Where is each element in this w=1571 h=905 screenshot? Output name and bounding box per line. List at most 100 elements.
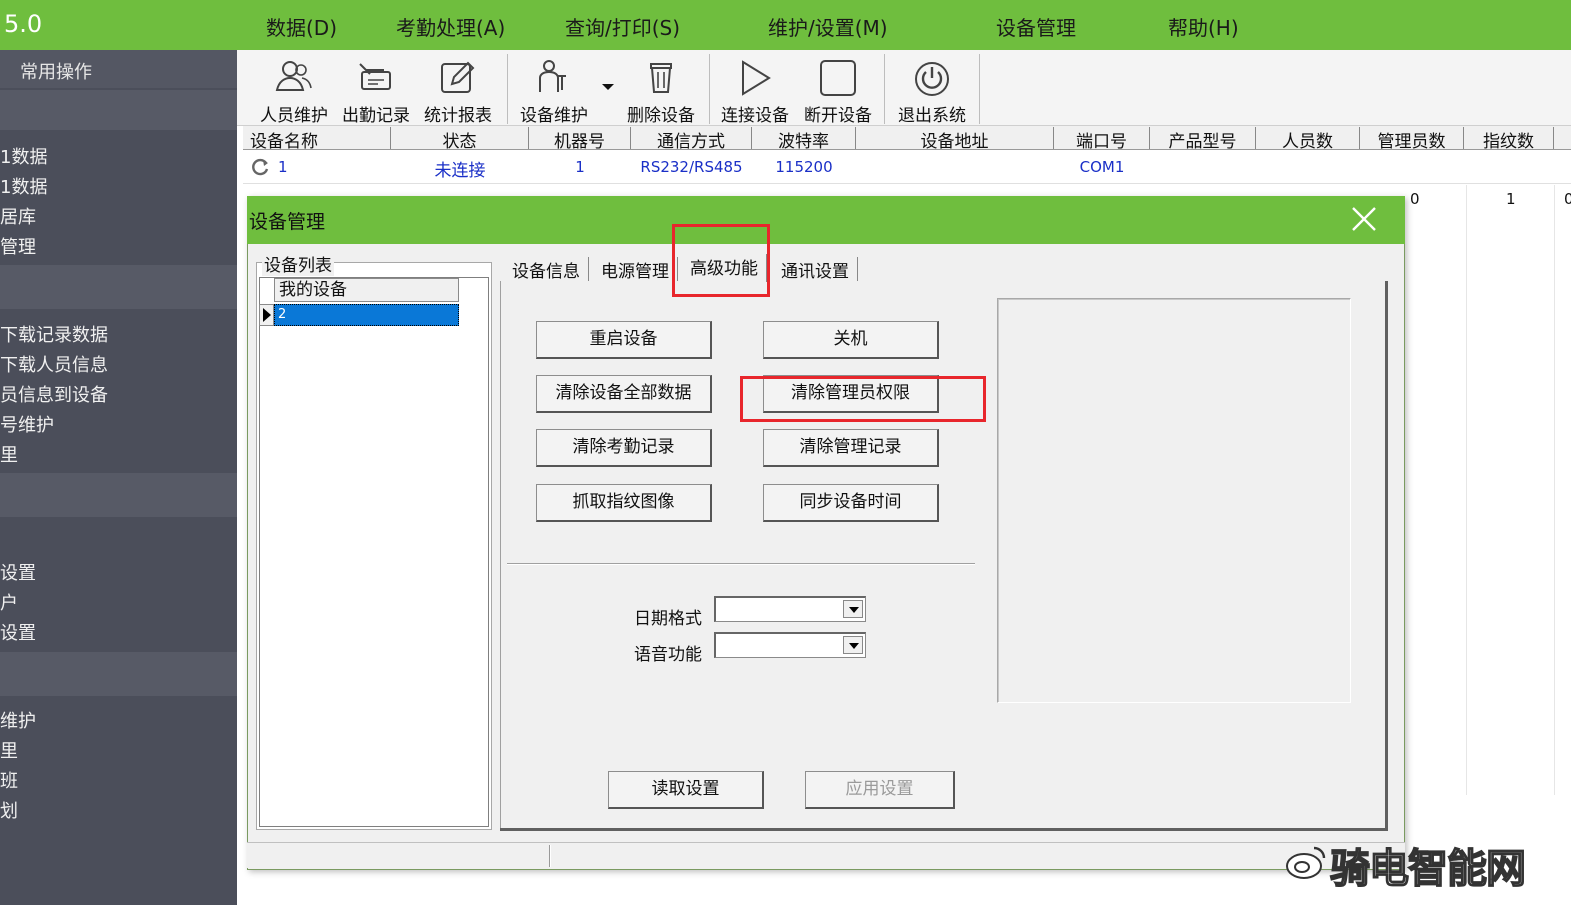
close-icon[interactable] — [1349, 204, 1379, 234]
read-settings-button[interactable]: 读取设置 — [608, 771, 764, 809]
tool-delete-device[interactable]: 删除设备 — [622, 54, 700, 126]
menu-query-print[interactable]: 查询/打印(S) — [565, 12, 680, 41]
sidebar-item[interactable]: 下载记录数据 — [0, 321, 108, 347]
chevron-down-icon[interactable] — [843, 636, 863, 654]
column-header[interactable]: 波特率 — [752, 127, 856, 149]
tab-comm-settings[interactable]: 通讯设置 — [777, 257, 858, 282]
status-divider — [549, 845, 551, 867]
column-header[interactable]: 机器号 — [529, 127, 631, 149]
sidebar-item[interactable]: 设置 — [0, 619, 36, 645]
shutdown-button[interactable]: 关机 — [763, 321, 939, 359]
sidebar-item[interactable]: 1数据 — [0, 173, 47, 199]
menu-maintenance[interactable]: 维护/设置(M) — [768, 12, 888, 41]
sidebar-item[interactable]: 里 — [0, 737, 18, 763]
panel-edge — [1385, 281, 1388, 831]
clear-attendance-button[interactable]: 清除考勤记录 — [536, 429, 712, 467]
row-pointer-icon — [263, 308, 271, 322]
cell-status: 未连接 — [434, 161, 486, 181]
sidebar-item[interactable]: 里 — [0, 441, 18, 467]
edit-report-icon — [441, 61, 475, 93]
row-indicator — [259, 304, 274, 326]
tool-statistics-report[interactable]: 统计报表 — [420, 54, 496, 126]
column-header[interactable]: 人员数 — [1256, 127, 1360, 149]
column-header[interactable]: 通信方式 — [631, 127, 752, 149]
column-header[interactable]: 端口号 — [1054, 127, 1150, 149]
tab-power-management[interactable]: 电源管理 — [597, 257, 678, 282]
selected-device[interactable]: 2 — [274, 304, 459, 326]
background-grid — [1405, 185, 1571, 795]
bg-cell: 1 — [1506, 190, 1516, 208]
voice-select[interactable] — [714, 632, 866, 658]
highlight-box — [740, 376, 986, 422]
menu-help[interactable]: 帮助(H) — [1168, 12, 1239, 41]
device-tree[interactable] — [259, 277, 489, 827]
tool-label: 统计报表 — [424, 106, 492, 126]
toolbar-separator — [709, 54, 710, 124]
tool-disconnect-device[interactable]: 断开设备 — [799, 54, 877, 126]
grid-line — [1554, 185, 1555, 795]
sidebar-item[interactable]: 班 — [0, 767, 18, 793]
restart-device-button[interactable]: 重启设备 — [536, 321, 712, 359]
column-header[interactable]: 指纹数 — [1464, 127, 1554, 149]
stop-icon — [820, 60, 856, 96]
sidebar-item[interactable]: 管理 — [0, 233, 36, 259]
sidebar-item[interactable]: 维护 — [0, 707, 36, 733]
tree-column-header[interactable]: 我的设备 — [274, 278, 459, 302]
dialog-title: 设备管理 — [249, 211, 326, 233]
tab-device-info[interactable]: 设备信息 — [508, 257, 589, 282]
dialog-titlebar[interactable] — [247, 196, 1405, 244]
highlight-box — [672, 224, 770, 297]
column-header[interactable]: 设备名称 — [247, 127, 391, 149]
dropdown-arrow-icon[interactable] — [600, 82, 616, 92]
apply-settings-button[interactable]: 应用设置 — [805, 771, 955, 809]
cell-port: COM1 — [1079, 158, 1125, 176]
menu-data[interactable]: 数据(D) — [266, 12, 337, 41]
cell-comm-method: RS232/RS485 — [640, 158, 743, 176]
sidebar-item[interactable]: 设置 — [0, 559, 36, 585]
toolbar-separator — [507, 54, 508, 124]
sidebar-item[interactable]: 员信息到设备 — [0, 381, 108, 407]
device-maintenance-icon — [539, 60, 566, 92]
tool-device-maintenance[interactable]: 设备维护 — [513, 54, 595, 126]
clear-all-data-button[interactable]: 清除设备全部数据 — [536, 375, 712, 413]
column-header[interactable]: 产品型号 — [1150, 127, 1256, 149]
watermark-text: 骑电智能网 — [1329, 845, 1527, 893]
column-header[interactable]: 管理员数 — [1360, 127, 1464, 149]
sidebar-item[interactable]: 划 — [0, 797, 18, 823]
tool-people-maintenance[interactable]: 人员维护 — [256, 54, 332, 126]
tool-exit-system[interactable]: 退出系统 — [893, 54, 971, 126]
sidebar-section-band — [0, 652, 237, 696]
menu-attendance[interactable]: 考勤处理(A) — [396, 12, 505, 41]
people-icon — [275, 61, 312, 91]
status-bar — [247, 842, 1405, 868]
sidebar-item[interactable]: 居库 — [0, 203, 36, 229]
column-header[interactable]: 状态 — [391, 127, 529, 149]
sync-time-button[interactable]: 同步设备时间 — [763, 484, 939, 522]
tool-label: 连接设备 — [721, 106, 789, 126]
tool-label: 断开设备 — [804, 106, 872, 126]
sidebar-section-band — [0, 265, 237, 309]
sidebar-item[interactable]: 户 — [0, 589, 18, 615]
column-header[interactable]: 设备地址 — [856, 127, 1054, 149]
sidebar-item[interactable]: 下载人员信息 — [0, 351, 108, 377]
app-version: 5.0 — [4, 10, 43, 38]
chevron-down-icon[interactable] — [843, 600, 863, 618]
date-format-select[interactable] — [714, 596, 866, 622]
tool-connect-device[interactable]: 连接设备 — [716, 54, 794, 126]
sidebar-item[interactable]: 1数据 — [0, 143, 47, 169]
date-format-label: 日期格式 — [634, 609, 702, 629]
menu-device-management[interactable]: 设备管理 — [996, 12, 1076, 41]
tool-label: 退出系统 — [898, 106, 966, 126]
capture-fingerprint-button[interactable]: 抓取指纹图像 — [536, 484, 712, 522]
power-icon — [915, 62, 949, 96]
tool-label: 删除设备 — [627, 106, 695, 126]
sidebar-header-label: 常用操作 — [20, 62, 92, 83]
sidebar-item[interactable]: 号维护 — [0, 411, 54, 437]
cell-device-name: 1 — [278, 158, 288, 176]
tool-attendance-records[interactable]: 出勤记录 — [338, 54, 414, 126]
tool-label: 设备维护 — [520, 106, 588, 126]
sidebar-header[interactable]: 常用操作 — [0, 50, 237, 88]
grid-line — [1466, 185, 1467, 795]
tool-label: 人员维护 — [260, 106, 328, 126]
clear-admin-log-button[interactable]: 清除管理记录 — [763, 429, 939, 467]
